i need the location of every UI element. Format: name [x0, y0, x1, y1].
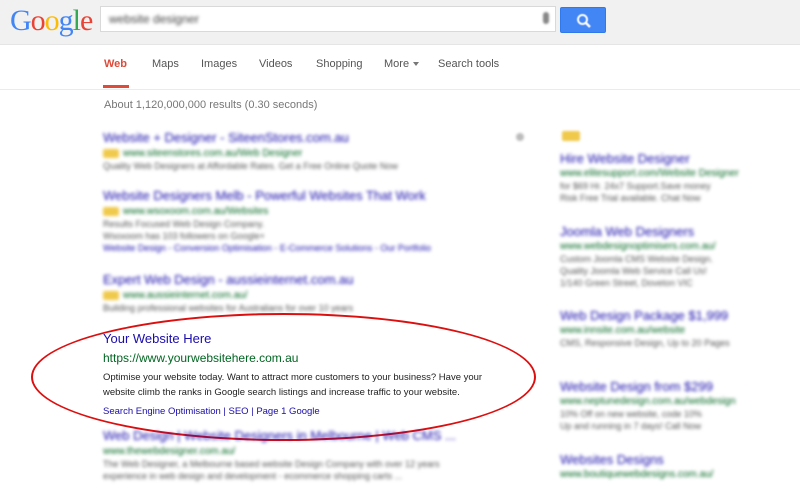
tab-videos[interactable]: Videos — [259, 58, 292, 70]
side-ad: Web Design Package $1,999 www.innsite.co… — [560, 308, 790, 349]
logo-letter: o — [30, 4, 46, 37]
result-title[interactable]: Expert Web Design - aussieinternet.com.a… — [103, 272, 523, 288]
result-snippet: Building professional websites for Austr… — [103, 303, 354, 313]
result-snippet: Results Focused Web Design Company. — [103, 219, 265, 229]
logo-letter: e — [80, 4, 93, 37]
result-title[interactable]: Web Design | Website Designers in Melbou… — [103, 428, 523, 444]
tab-images[interactable]: Images — [201, 58, 237, 70]
logo-letter: G — [10, 4, 32, 37]
ad-badge — [103, 148, 119, 158]
ad-badge — [103, 206, 119, 216]
side-ad-snippet: Risk Free Trial available. Chat Now — [560, 193, 701, 203]
logo-letter: o — [44, 4, 60, 37]
side-ad-snippet: for $69 Hr. 24x7 Support.Save money — [560, 181, 711, 191]
result-url-text: www.wsoxoom.com.au/Websites — [123, 206, 269, 217]
side-ad-url: www.innsite.com.au/website — [560, 325, 686, 336]
result-url: www.wsoxoom.com.au/Websites — [103, 205, 523, 218]
result-title[interactable]: Website + Designer - SiteenStores.com.au — [103, 130, 523, 146]
tab-more-label: More — [384, 58, 410, 70]
chevron-down-icon — [413, 62, 420, 67]
side-ad-snippet: 10% Off on new website, code 10% — [560, 409, 702, 419]
result-url-text: www.aussieinternet.com.au/ — [123, 290, 248, 301]
result-stats: About 1,120,000,000 results (0.30 second… — [104, 99, 318, 111]
side-ad-title[interactable]: Hire Website Designer — [560, 151, 790, 167]
side-ad-url: www.neptunedesign.com.au/webdesign — [560, 396, 736, 407]
ad-badge — [562, 131, 580, 141]
result-snippet: Wsoxoom has 103 followers on Google+ — [103, 231, 265, 241]
tab-maps[interactable]: Maps — [152, 58, 179, 70]
search-input[interactable] — [101, 7, 537, 31]
side-ad-title[interactable]: Joomla Web Designers — [560, 224, 790, 240]
active-tab-indicator — [103, 85, 129, 88]
featured-result-title[interactable]: Your Website Here — [103, 331, 523, 347]
search-result: Expert Web Design - aussieinternet.com.a… — [103, 272, 523, 314]
featured-snippet-line: Optimise your website today. Want to att… — [103, 372, 483, 383]
result-url-text: www.siteenstores.com.au/Web Designer — [123, 148, 303, 159]
logo-letter: g — [58, 4, 74, 37]
logo-letter: l — [72, 4, 81, 37]
featured-result-sitelinks[interactable]: Search Engine Optimisation | SEO | Page … — [103, 405, 523, 419]
search-result: Web Design | Website Designers in Melbou… — [103, 428, 523, 482]
side-ad: Hire Website Designer www.elitesupport.c… — [560, 151, 790, 204]
side-ad-snippet: 1/140 Green Street, Doveton VIC — [560, 278, 693, 288]
search-box[interactable] — [100, 6, 556, 32]
side-ad-url: www.webdesignoptimisers.com.au/ — [560, 241, 716, 252]
result-snippet: experience in web design and development… — [103, 471, 403, 481]
result-snippet: The Web Designer, a Melbourne based webs… — [103, 459, 440, 469]
featured-result-snippet: Optimise your website today. Want to att… — [103, 370, 523, 400]
side-ad-snippet: Custom Joomla CMS Website Design. — [560, 254, 713, 264]
side-ad-title[interactable]: Websites Designs — [560, 452, 790, 468]
top-bar: Google — [0, 0, 800, 45]
side-ad: Website Design from $299 www.neptunedesi… — [560, 379, 790, 432]
side-ad-snippet: Quality Joomla Web Service Call Us! — [560, 266, 707, 276]
google-logo[interactable]: Google — [10, 4, 93, 38]
side-ad-title[interactable]: Website Design from $299 — [560, 379, 790, 395]
search-tabs: Web Maps Images Videos Shopping More Sea… — [0, 45, 800, 90]
featured-snippet-line: website climb the ranks in Google search… — [103, 387, 460, 398]
ad-badge — [103, 290, 119, 300]
tab-more[interactable]: More — [384, 58, 420, 70]
result-snippet: Quality Web Designers at Affordable Rate… — [103, 161, 398, 171]
result-url: www.siteenstores.com.au/Web Designer — [103, 147, 523, 160]
tab-search-tools[interactable]: Search tools — [438, 58, 499, 70]
microphone-icon[interactable] — [543, 12, 549, 24]
featured-result: Your Website Here https://www.yourwebsit… — [103, 331, 523, 419]
side-ad-url: www.boutiquewebdesigns.com.au/ — [560, 469, 714, 480]
side-ad: Joomla Web Designers www.webdesignoptimi… — [560, 224, 790, 289]
search-result: Website + Designer - SiteenStores.com.au… — [103, 130, 523, 172]
side-ad-snippet: Up and running in 7 days! Call Now — [560, 421, 702, 431]
tab-web[interactable]: Web — [104, 58, 127, 70]
result-url: www.thewebdesigner.com.au/ — [103, 446, 236, 457]
search-icon — [577, 14, 591, 28]
result-sitelinks[interactable]: Website Design - Conversion Optimisation… — [103, 242, 523, 254]
result-title[interactable]: Website Designers Melb - Powerful Websit… — [103, 188, 523, 204]
tab-shopping[interactable]: Shopping — [316, 58, 363, 70]
result-url: www.aussieinternet.com.au/ — [103, 289, 523, 302]
side-ad-title[interactable]: Web Design Package $1,999 — [560, 308, 790, 324]
side-ad: Websites Designs www.boutiquewebdesigns.… — [560, 452, 790, 481]
search-button[interactable] — [560, 7, 606, 33]
featured-result-url: https://www.yourwebsitehere.com.au — [103, 351, 299, 365]
side-ad-url: www.elitesupport.com/Website Designer — [560, 168, 739, 179]
side-ad-snippet: CMS, Responsive Design, Up to 20 Pages — [560, 338, 730, 348]
search-result: Website Designers Melb - Powerful Websit… — [103, 188, 523, 254]
